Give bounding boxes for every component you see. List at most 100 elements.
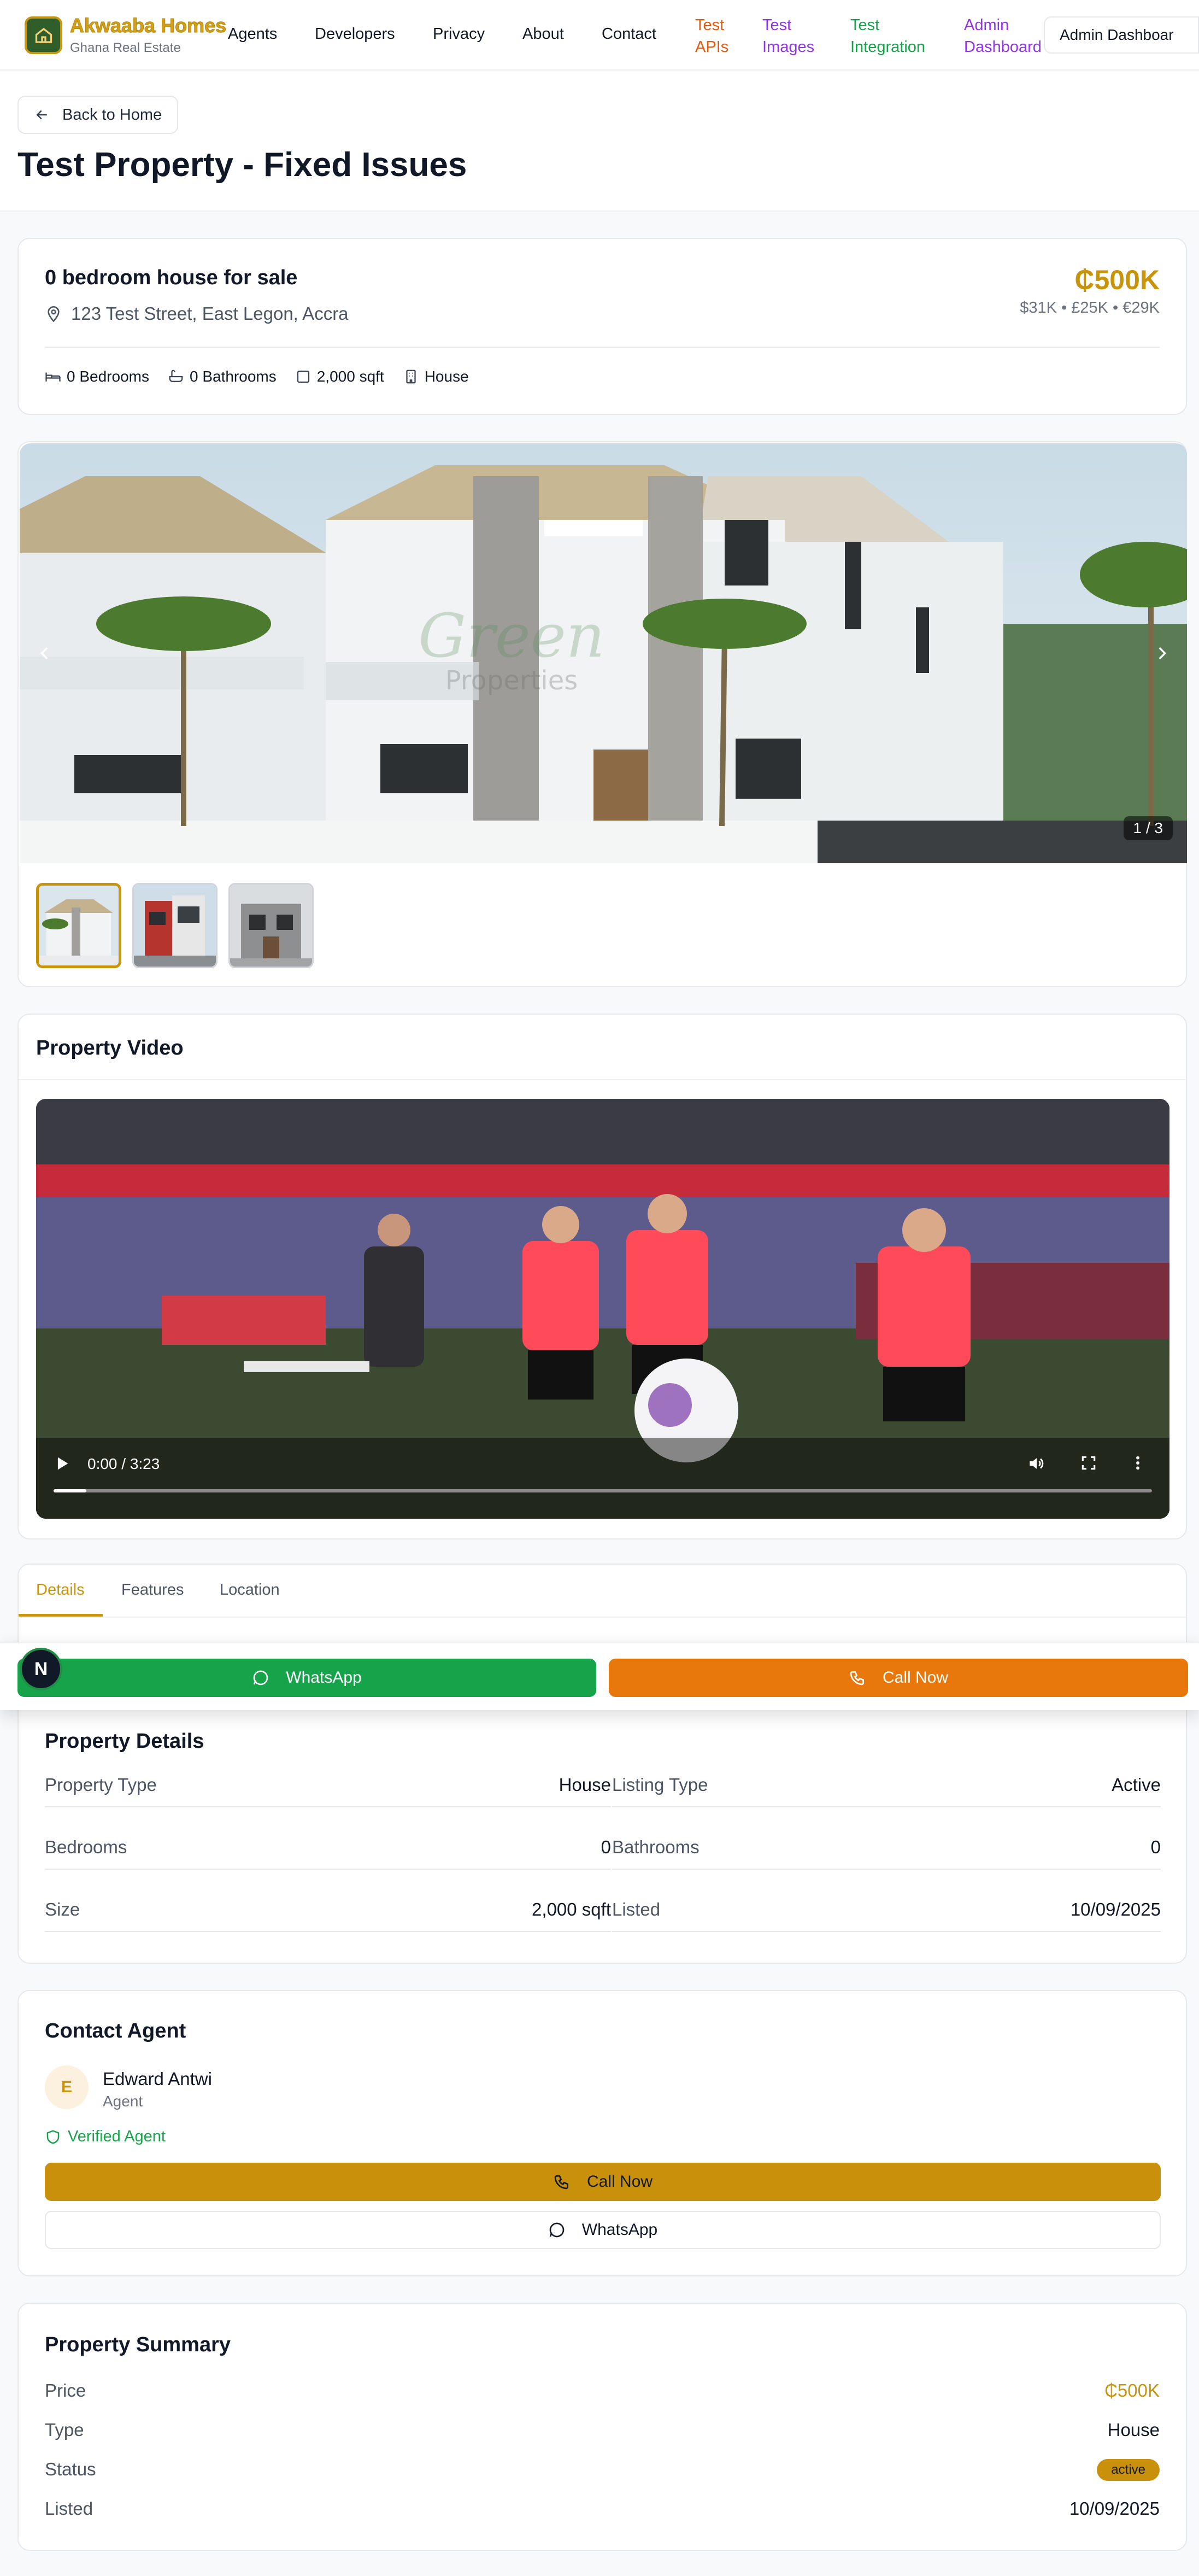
property-specs: 0 Bedrooms 0 Bathrooms 2,000 sqft House	[45, 368, 469, 385]
spec-bathrooms: 0 Bathrooms	[168, 368, 277, 385]
nav-test-integration-line1: Test	[850, 16, 880, 34]
back-to-home-button[interactable]: Back to Home	[17, 96, 178, 134]
detail-value: Active	[1112, 1775, 1161, 1795]
divider	[19, 1079, 1186, 1080]
nav-developers[interactable]: Developers	[315, 25, 395, 43]
nav-test-images[interactable]: Test Images	[762, 14, 814, 58]
summary-row-price: Price ₵500K	[45, 2380, 1160, 2408]
volume-icon[interactable]	[1027, 1454, 1046, 1477]
verified-agent-badge: Verified Agent	[45, 2128, 166, 2146]
detail-value: 2,000 sqft	[532, 1899, 611, 1919]
nav-test-integration-line2: Integration	[850, 38, 926, 56]
image-counter: 1 / 3	[1123, 816, 1173, 840]
agent-call-now-label: Call Now	[586, 2173, 653, 2191]
thumbnail-3[interactable]	[228, 883, 314, 968]
spec-bedrooms: 0 Bedrooms	[45, 368, 149, 385]
image-gallery-card: Green Properties 1 / 3	[17, 441, 1187, 987]
phone-icon	[554, 2175, 568, 2189]
brand-name[interactable]: Akwaaba Homes	[69, 14, 226, 37]
property-video-card: Property Video 0:00 / 3:23	[17, 1014, 1187, 1539]
message-circle-icon	[549, 2222, 565, 2238]
avatar: E	[45, 2065, 89, 2109]
divider	[45, 347, 1160, 348]
video-player[interactable]: 0:00 / 3:23	[36, 1099, 1169, 1519]
admin-dashboard-button[interactable]: Admin Dashboar	[1044, 16, 1199, 54]
contact-agent-card: Contact Agent E Edward Antwi Agent Verif…	[17, 1990, 1187, 2276]
summary-row-listed: Listed 10/09/2025	[45, 2498, 1160, 2526]
chevron-left-icon	[40, 647, 48, 660]
agent-whatsapp-button[interactable]: WhatsApp	[45, 2211, 1161, 2249]
nav-test-integration[interactable]: Test Integration	[850, 14, 925, 58]
message-circle-icon	[254, 1670, 268, 1685]
detail-row-size: Size 2,000 sqft	[45, 1894, 611, 1932]
tabs-card: Details Features Location	[17, 1564, 1187, 1651]
detail-label: Property Type	[45, 1775, 157, 1795]
property-price: ₵500K	[1074, 265, 1160, 295]
nav-admin-dashboard-line1: Admin	[964, 16, 1009, 34]
property-summary-card: 0 bedroom house for sale 123 Test Street…	[17, 238, 1187, 415]
fullscreen-icon[interactable]	[1080, 1454, 1097, 1476]
building-icon	[406, 370, 416, 384]
tab-features[interactable]: Features	[121, 1581, 184, 1599]
agent-call-now-button[interactable]: Call Now	[45, 2163, 1161, 2201]
home-logo-icon[interactable]	[25, 16, 62, 54]
nav-agents[interactable]: Agents	[228, 25, 277, 43]
nav-admin-dashboard[interactable]: Admin Dashboard	[964, 14, 1042, 58]
summary-row-type: Type House	[45, 2420, 1160, 2447]
thumbnail-2[interactable]	[132, 883, 218, 968]
top-navigation: Akwaaba Homes Ghana Real Estate Agents D…	[0, 0, 1199, 71]
page-title: Test Property - Fixed Issues	[17, 146, 467, 184]
floating-n-badge[interactable]: N	[20, 1648, 62, 1690]
call-now-label: Call Now	[882, 1668, 949, 1687]
price-conversions: $31K • £25K • €29K	[1020, 299, 1160, 317]
sticky-action-bar: WhatsApp Call Now	[0, 1642, 1199, 1710]
detail-row-bathrooms: Bathrooms 0	[612, 1831, 1161, 1870]
nav-test-apis[interactable]: Test APIs	[695, 14, 728, 58]
property-summary-title: Property Summary	[45, 2333, 231, 2356]
detail-value: 10/09/2025	[1070, 1899, 1161, 1919]
previous-image-button[interactable]	[30, 638, 60, 669]
spec-type-text: House	[424, 368, 469, 385]
video-section-title: Property Video	[36, 1037, 184, 1059]
watermark-line1: Green	[418, 601, 605, 671]
nav-admin-dashboard-line2: Dashboard	[964, 38, 1042, 56]
summary-value: ₵500K	[1104, 2380, 1160, 2401]
contact-agent-title: Contact Agent	[45, 2019, 186, 2042]
divider	[19, 1617, 1186, 1618]
detail-row-listing-type: Listing Type Active	[612, 1769, 1161, 1807]
nav-about[interactable]: About	[522, 25, 564, 43]
thumbnail-1[interactable]	[36, 883, 121, 968]
play-icon[interactable]	[52, 1454, 71, 1477]
spec-size: 2,000 sqft	[295, 368, 384, 385]
summary-value: 10/09/2025	[1069, 2498, 1160, 2519]
detail-label: Listing Type	[612, 1775, 708, 1795]
page-header: Back to Home Test Property - Fixed Issue…	[0, 72, 1199, 212]
shield-icon	[46, 2129, 60, 2144]
whatsapp-button[interactable]: WhatsApp	[17, 1659, 596, 1697]
tab-location[interactable]: Location	[220, 1581, 280, 1599]
bed-icon	[45, 372, 61, 382]
back-to-home-label: Back to Home	[62, 106, 162, 124]
detail-label: Listed	[612, 1899, 661, 1919]
summary-value: House	[1107, 2420, 1160, 2440]
chevron-right-icon	[1159, 647, 1167, 660]
verified-agent-label: Verified Agent	[68, 2128, 166, 2145]
arrow-left-icon	[36, 110, 47, 120]
summary-label: Listed	[45, 2498, 93, 2519]
summary-label: Type	[45, 2420, 84, 2440]
square-icon	[297, 370, 309, 383]
spec-type: House	[403, 368, 469, 385]
more-options-icon[interactable]	[1129, 1454, 1147, 1476]
detail-value: 0	[601, 1837, 611, 1857]
detail-label: Size	[45, 1899, 80, 1919]
main-property-image[interactable]: Green Properties 1 / 3	[20, 443, 1187, 863]
call-now-button[interactable]: Call Now	[609, 1659, 1188, 1697]
nav-contact[interactable]: Contact	[602, 25, 656, 43]
spec-bathrooms-text: 0 Bathrooms	[189, 368, 277, 385]
tab-details[interactable]: Details	[36, 1581, 85, 1599]
nav-privacy[interactable]: Privacy	[433, 25, 485, 43]
next-image-button[interactable]	[1147, 638, 1177, 669]
video-time: 0:00 / 3:23	[87, 1455, 160, 1472]
phone-icon	[850, 1671, 864, 1685]
detail-row-bedrooms: Bedrooms 0	[45, 1831, 611, 1870]
